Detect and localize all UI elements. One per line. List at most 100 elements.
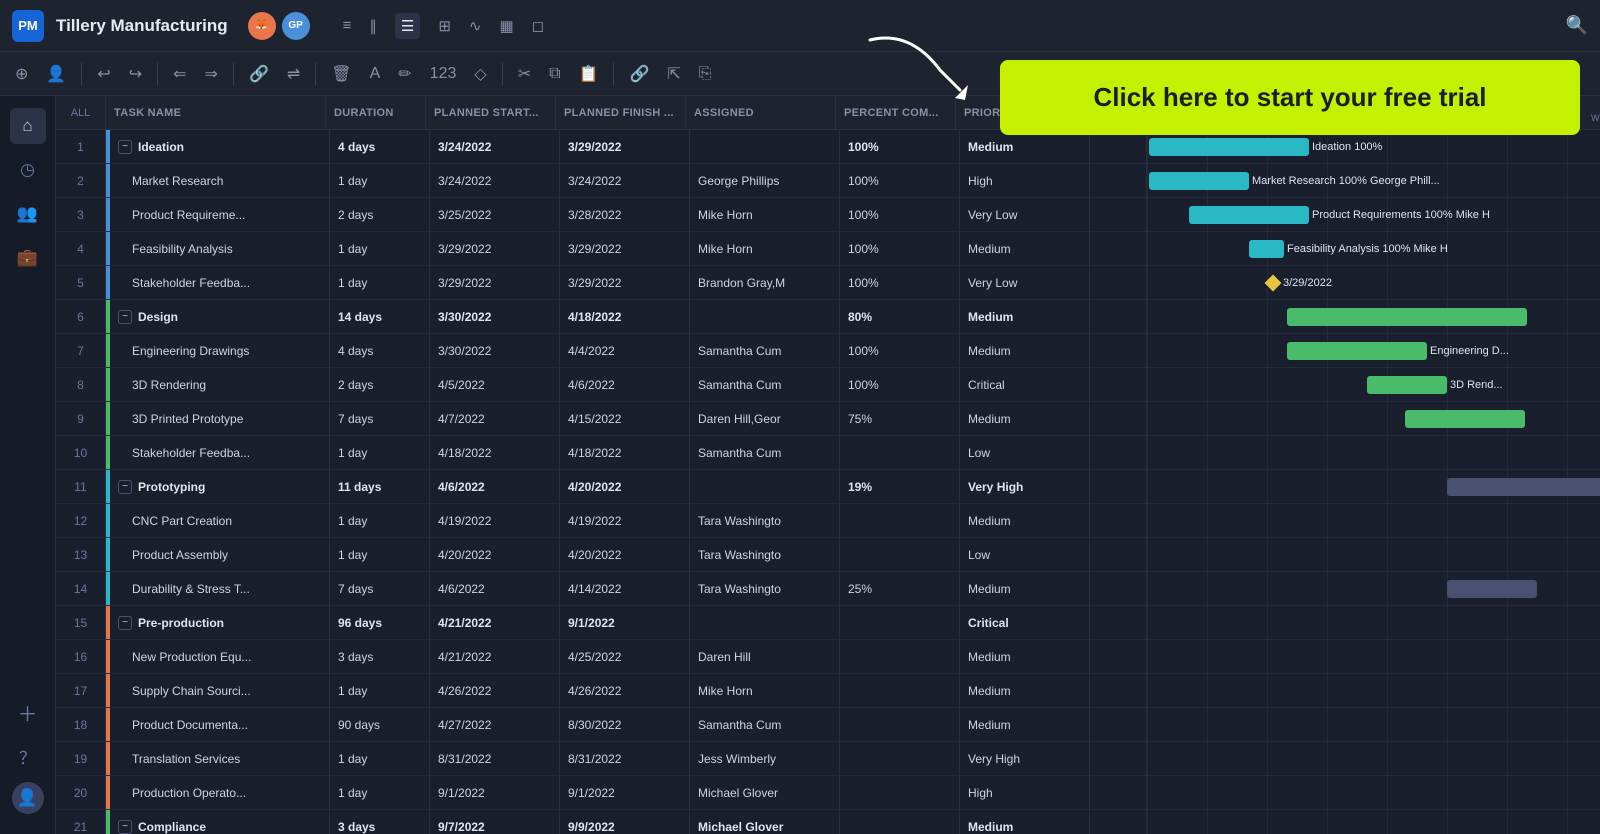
table-row[interactable]: 83D Rendering2 days4/5/20224/6/2022Saman… (56, 368, 1146, 402)
task-name-text: Product Assembly (132, 548, 228, 562)
sidebar-add-btn[interactable]: ＋ (10, 694, 46, 730)
table-row[interactable]: 17Supply Chain Sourci...1 day4/26/20224/… (56, 674, 1146, 708)
cell-duration: 1 day (330, 436, 430, 469)
user-avatar-2[interactable]: GP (282, 12, 310, 40)
expand-icon[interactable]: − (118, 820, 132, 834)
grid-view-icon[interactable]: ☰ (395, 13, 420, 39)
search-icon[interactable]: 🔍 (1566, 15, 1588, 36)
table-row[interactable]: 15−Pre-production96 days4/21/20229/1/202… (56, 606, 1146, 640)
grid-line (1207, 402, 1208, 435)
cell-priority: Low (960, 538, 1090, 571)
cut-btn[interactable]: ✂ (511, 60, 538, 88)
table-row[interactable]: 7Engineering Drawings4 days3/30/20224/4/… (56, 334, 1146, 368)
table-row[interactable]: 12CNC Part Creation1 day4/19/20224/19/20… (56, 504, 1146, 538)
export-btn[interactable]: ⎘ (692, 61, 719, 87)
table-row[interactable]: 6−Design14 days3/30/20224/18/202280%Medi… (56, 300, 1146, 334)
add-user-btn[interactable]: 👤 (39, 60, 73, 88)
chart-view-icon[interactable]: ∿ (469, 17, 482, 35)
paste-btn[interactable]: 📋 (572, 60, 606, 88)
col-planned-start: PLANNED START... (426, 96, 556, 129)
sidebar-item-people[interactable]: 👥 (10, 196, 46, 232)
grid-line (1147, 436, 1148, 469)
table-row[interactable]: 19Translation Services1 day8/31/20228/31… (56, 742, 1146, 776)
cell-duration: 4 days (330, 334, 430, 367)
grid-line (1507, 436, 1508, 469)
sidebar-item-projects[interactable]: 💼 (10, 240, 46, 276)
cell-finish: 4/14/2022 (560, 572, 690, 605)
cell-assigned: Mike Horn (690, 674, 840, 707)
table-row[interactable]: 14Durability & Stress T...7 days4/6/2022… (56, 572, 1146, 606)
undo-btn[interactable]: ↩ (90, 60, 117, 88)
content-area: ALL TASK NAME DURATION PLANNED START... … (56, 96, 1600, 834)
app-logo[interactable]: PM (12, 10, 44, 42)
toolbar-sep-2 (157, 63, 158, 85)
table-row[interactable]: 93D Printed Prototype7 days4/7/20224/15/… (56, 402, 1146, 436)
table-row[interactable]: 20Production Operato...1 day9/1/20229/1/… (56, 776, 1146, 810)
link-btn[interactable]: 🔗 (242, 60, 276, 88)
attach-btn[interactable]: 🔗 (622, 60, 656, 88)
user-avatar-1[interactable]: 🦊 (248, 12, 276, 40)
gantt-label: 3D Rend... (1450, 379, 1503, 391)
grid-line (1147, 776, 1148, 809)
grid-line (1327, 742, 1328, 775)
grid-line (1147, 606, 1148, 639)
cell-priority: Medium (960, 810, 1090, 834)
expand-icon[interactable]: − (118, 480, 132, 494)
expand-icon[interactable]: − (118, 310, 132, 324)
font-btn[interactable]: A (363, 61, 388, 87)
table-row[interactable]: 16New Production Equ...3 days4/21/20224/… (56, 640, 1146, 674)
table-row[interactable]: 13Product Assembly1 day4/20/20224/20/202… (56, 538, 1146, 572)
table-row[interactable]: 5Stakeholder Feedba...1 day3/29/20223/29… (56, 266, 1146, 300)
cta-banner[interactable]: Click here to start your free trial (1000, 60, 1580, 135)
table-row[interactable]: 10Stakeholder Feedba...1 day4/18/20224/1… (56, 436, 1146, 470)
expand-icon[interactable]: − (118, 616, 132, 630)
calendar-view-icon[interactable]: ▦ (499, 17, 513, 35)
sidebar-user-icon[interactable]: 👤 (12, 782, 44, 814)
cell-assigned (690, 606, 840, 639)
grid-line (1447, 504, 1448, 537)
gantt-view-icon[interactable]: ∥ (369, 17, 377, 35)
grid-line (1387, 810, 1388, 834)
expand-icon[interactable]: − (118, 140, 132, 154)
delete-btn[interactable]: 🗑 (324, 60, 358, 88)
sidebar-help-btn[interactable]: ？ (10, 738, 46, 774)
grid-line (1267, 776, 1268, 809)
grid-line (1207, 436, 1208, 469)
indent-btn[interactable]: ⇒ (198, 60, 225, 88)
sidebar-item-recent[interactable]: ◷ (10, 152, 46, 188)
doc-view-icon[interactable]: ◻ (532, 17, 544, 35)
add-task-btn[interactable]: ⊕ (8, 60, 35, 88)
table-row[interactable]: 21−Compliance3 days9/7/20229/9/2022Micha… (56, 810, 1146, 834)
cell-priority: Medium (960, 674, 1090, 707)
shape-btn[interactable]: ◇ (467, 60, 493, 88)
table-row[interactable]: 18Product Documenta...90 days4/27/20228/… (56, 708, 1146, 742)
sidebar-item-home[interactable]: ⌂ (10, 108, 46, 144)
table-row[interactable]: 2Market Research1 day3/24/20223/24/2022G… (56, 164, 1146, 198)
color-btn[interactable]: ✏ (391, 60, 418, 88)
grid-line (1147, 470, 1148, 503)
grid-line (1567, 810, 1568, 834)
number-btn[interactable]: 123 (423, 61, 464, 87)
unlink-btn[interactable]: ⇌ (280, 60, 307, 88)
gantt-label: Market Research 100% George Phill... (1252, 175, 1440, 187)
grid-line (1267, 470, 1268, 503)
list-view-icon[interactable]: ≡ (343, 17, 352, 34)
grid-line (1567, 368, 1568, 401)
gantt-row (1147, 538, 1600, 572)
import-btn[interactable]: ⇱ (660, 60, 687, 88)
grid-line (1147, 742, 1148, 775)
table-row[interactable]: 1−Ideation4 days3/24/20223/29/2022100%Me… (56, 130, 1146, 164)
cell-task-name: Translation Services (110, 742, 330, 775)
col-task-name: TASK NAME (106, 96, 326, 129)
grid-line (1207, 572, 1208, 605)
table-row[interactable]: 4Feasibility Analysis1 day3/29/20223/29/… (56, 232, 1146, 266)
table-row[interactable]: 11−Prototyping11 days4/6/20224/20/202219… (56, 470, 1146, 504)
copy-btn[interactable]: ⧉ (542, 61, 567, 87)
grid-line (1147, 368, 1148, 401)
table-view-icon[interactable]: ⊞ (438, 17, 451, 35)
redo-btn[interactable]: ↪ (122, 60, 149, 88)
outdent-btn[interactable]: ⇐ (166, 60, 193, 88)
grid-line (1327, 708, 1328, 741)
task-name-text: Durability & Stress T... (132, 582, 250, 596)
table-row[interactable]: 3Product Requireme...2 days3/25/20223/28… (56, 198, 1146, 232)
